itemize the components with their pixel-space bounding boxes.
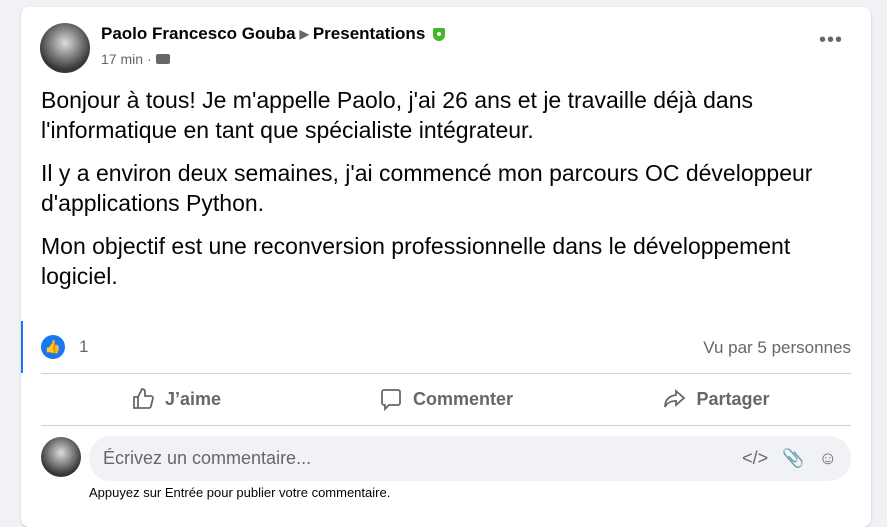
action-bar: J’aime Commenter Partager [41,379,851,419]
comment-input[interactable]: Écrivez un commentaire... </> 📎 ☺ [89,436,851,481]
reaction-count: 1 [79,337,89,356]
share-icon [664,389,686,408]
caret-right-icon: ▶ [299,27,309,41]
user-avatar[interactable] [41,437,81,477]
seen-by[interactable]: Vu par 5 personnes [703,338,851,358]
thumbs-up-icon [133,388,154,409]
shield-icon [433,27,446,41]
comment-icon [381,389,401,411]
comment-placeholder: Écrivez un commentaire... [103,448,312,468]
share-button[interactable]: Partager [581,379,851,419]
divider [41,373,851,374]
attachment-icon[interactable]: 📎 [782,448,804,469]
share-label: Partager [696,388,770,409]
post-meta: 17 min · [101,51,170,67]
separator: · [147,51,152,67]
emoji-icon[interactable]: ☺ [819,448,837,469]
post-body: Bonjour à tous! Je m'appelle Paolo, j'ai… [41,85,841,304]
post-header: Paolo Francesco Gouba ▶ Presentations [101,24,446,44]
post-paragraph: Mon objectif est une reconversion profes… [41,233,791,289]
post-card: Paolo Francesco Gouba ▶ Presentations 17… [21,7,871,527]
group-name[interactable]: Presentations [313,24,425,44]
author-avatar[interactable] [40,23,90,73]
comment-button[interactable]: Commenter [311,379,581,419]
focus-indicator [21,321,23,373]
more-options-icon[interactable]: ••• [819,30,843,50]
divider [41,425,851,426]
like-label: J’aime [164,388,222,409]
comment-hint: Appuyez sur Entrée pour publier votre co… [89,485,391,500]
briefcase-icon [155,54,170,64]
like-reaction-icon: 👍 [41,335,65,359]
author-name[interactable]: Paolo Francesco Gouba [101,24,296,44]
reactions[interactable]: 👍 1 [41,335,88,359]
post-time[interactable]: 17 min [101,51,143,67]
like-button[interactable]: J’aime [41,379,311,419]
code-icon[interactable]: </> [742,448,768,469]
post-paragraph: Bonjour à tous! Je m'appelle Paolo, j'ai… [41,87,754,143]
comment-label: Commenter [412,388,514,409]
post-paragraph: Il y a environ deux semaines, j'ai comme… [41,160,813,216]
